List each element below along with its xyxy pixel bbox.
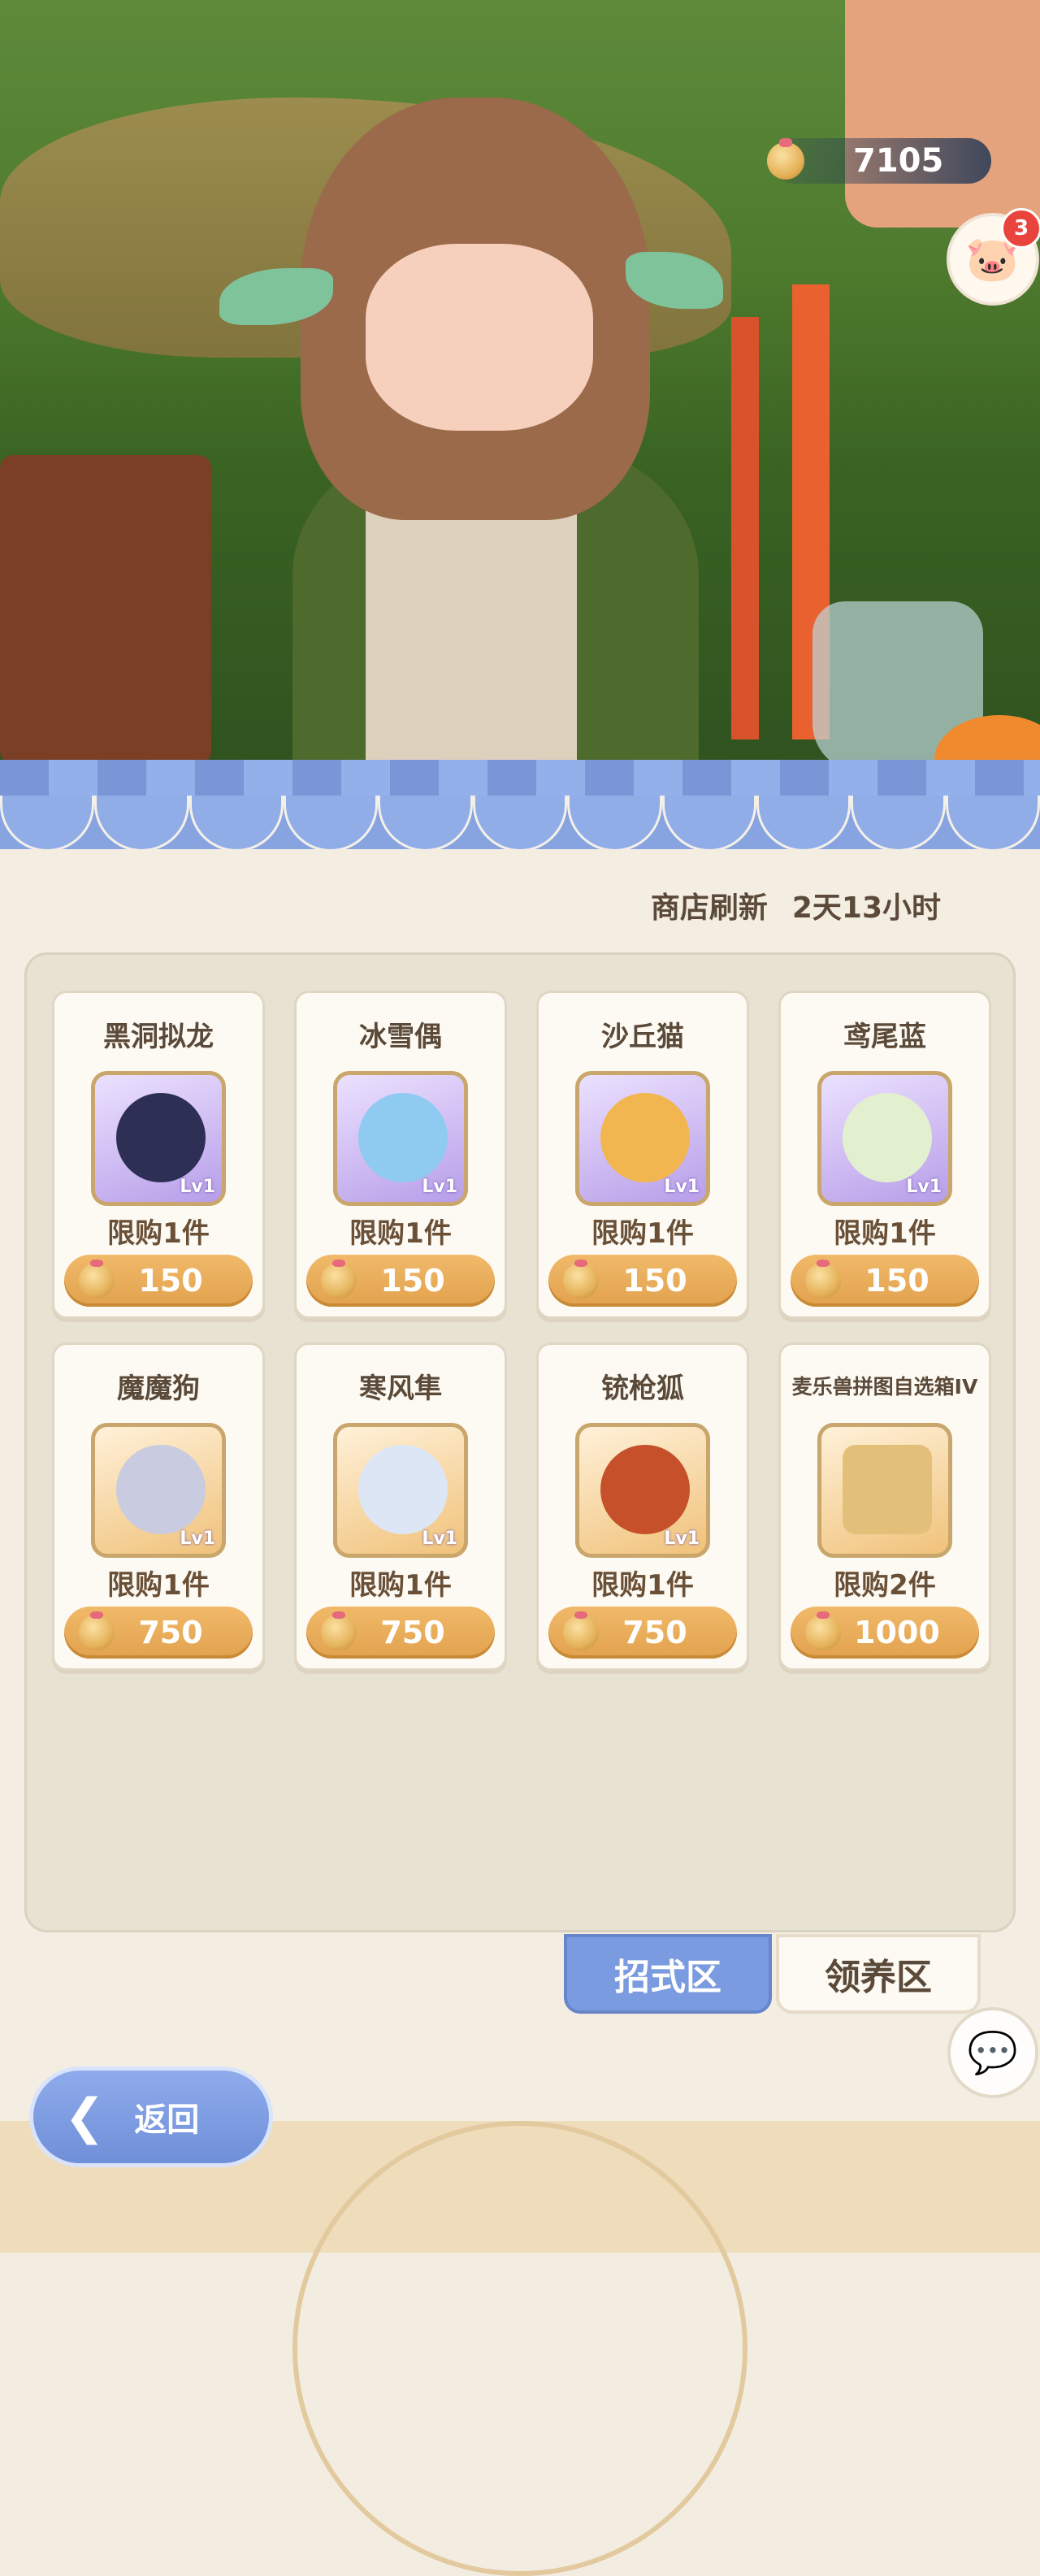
- item-portrait: Lv1: [333, 1071, 468, 1206]
- buy-button[interactable]: 150: [64, 1255, 253, 1307]
- shop-item-card[interactable]: 冰雪偶 Lv1 限购1件 150: [294, 991, 507, 1319]
- buy-button[interactable]: 750: [548, 1607, 737, 1659]
- item-portrait: [817, 1423, 952, 1558]
- item-level: Lv1: [180, 1529, 215, 1549]
- buy-button[interactable]: 750: [306, 1607, 495, 1659]
- shop-item-card[interactable]: 鸢尾蓝 Lv1 限购1件 150: [778, 991, 991, 1319]
- item-portrait: Lv1: [91, 1423, 226, 1558]
- currency-display: 7105: [767, 138, 991, 184]
- shop-item-card[interactable]: 魔魔狗 Lv1 限购1件 750: [52, 1342, 265, 1671]
- chat-bubble-icon: 💬: [967, 2028, 1019, 2076]
- pet-snow-doll-icon: [358, 1093, 448, 1182]
- item-price: 750: [380, 1615, 445, 1650]
- tab-skills[interactable]: 招式区: [564, 1934, 772, 2014]
- item-limit: 限购1件: [592, 1569, 694, 1602]
- item-price: 750: [138, 1615, 203, 1650]
- tab-adoption[interactable]: 领养区: [776, 1934, 981, 2014]
- pet-falcon-icon: [358, 1445, 448, 1534]
- pet-cat-icon: [600, 1093, 690, 1182]
- item-portrait: Lv1: [575, 1423, 710, 1558]
- item-portrait: Lv1: [333, 1423, 468, 1558]
- item-name: 魔魔狗: [117, 1373, 200, 1405]
- buy-button[interactable]: 1000: [791, 1607, 979, 1659]
- post-decoration: [731, 317, 759, 739]
- shop-refresh-timer: 商店刷新 2天13小时: [651, 884, 941, 926]
- item-name: 冰雪偶: [359, 1021, 442, 1053]
- item-name: 沙丘猫: [601, 1021, 684, 1053]
- bell-coin-icon: [805, 1611, 841, 1650]
- item-portrait: Lv1: [575, 1071, 710, 1206]
- item-limit: 限购1件: [349, 1217, 452, 1250]
- back-button[interactable]: ❮ 返回: [29, 2066, 273, 2167]
- item-price: 750: [622, 1615, 687, 1650]
- bell-coin-icon: [767, 138, 804, 180]
- item-limit: 限购1件: [834, 1217, 936, 1250]
- shop-item-card[interactable]: 黑洞拟龙 Lv1 限购1件 150: [52, 991, 265, 1319]
- buy-button[interactable]: 150: [548, 1255, 737, 1307]
- pet-fox-icon: [600, 1445, 690, 1534]
- house-decoration: [845, 0, 1040, 228]
- bell-coin-icon: [563, 1611, 599, 1650]
- item-level: Lv1: [664, 1529, 700, 1549]
- item-price: 150: [138, 1263, 203, 1299]
- treasure-chest-icon: [843, 1445, 932, 1534]
- bell-coin-icon: [79, 1259, 115, 1299]
- item-level: Lv1: [422, 1529, 457, 1549]
- notification-badge: 3: [1001, 208, 1040, 249]
- shop-item-card[interactable]: 寒风隼 Lv1 限购1件 750: [294, 1342, 507, 1671]
- item-portrait: Lv1: [817, 1071, 952, 1206]
- currency-amount: 7105: [853, 142, 944, 180]
- pet-dog-icon: [116, 1445, 206, 1534]
- refresh-value: 2天13小时: [791, 891, 941, 925]
- item-level: Lv1: [422, 1177, 457, 1197]
- item-price: 150: [622, 1263, 687, 1299]
- shop-item-card[interactable]: 铳枪狐 Lv1 限购1件 750: [536, 1342, 749, 1671]
- item-limit: 限购1件: [592, 1217, 694, 1250]
- item-price: 150: [864, 1263, 930, 1299]
- item-name: 麦乐兽拼图自选箱IV: [791, 1375, 978, 1399]
- shop-awning: [0, 760, 1040, 852]
- bell-coin-icon: [563, 1259, 599, 1299]
- shop-item-card[interactable]: 沙丘猫 Lv1 限购1件 150: [536, 991, 749, 1319]
- item-name: 黑洞拟龙: [103, 1021, 214, 1053]
- refresh-label: 商店刷新: [650, 891, 768, 925]
- back-label: 返回: [134, 2101, 200, 2139]
- buy-button[interactable]: 750: [64, 1607, 253, 1659]
- character-scene: [0, 0, 1040, 780]
- item-name: 铳枪狐: [601, 1373, 684, 1405]
- item-limit: 限购1件: [349, 1569, 452, 1602]
- item-name: 鸢尾蓝: [843, 1021, 926, 1053]
- item-level: Lv1: [180, 1177, 215, 1197]
- shop-item-card[interactable]: 麦乐兽拼图自选箱IV 限购2件 1000: [778, 1342, 991, 1671]
- item-limit: 限购1件: [107, 1569, 210, 1602]
- chat-button[interactable]: 💬: [947, 2007, 1038, 2098]
- item-limit: 限购2件: [834, 1569, 936, 1602]
- character-face: [366, 244, 593, 431]
- item-portrait: Lv1: [91, 1071, 226, 1206]
- item-level: Lv1: [906, 1177, 942, 1197]
- bell-coin-icon: [321, 1259, 357, 1299]
- item-name: 寒风隼: [359, 1373, 442, 1405]
- item-level: Lv1: [664, 1177, 700, 1197]
- suitcase-decoration: [0, 455, 211, 764]
- item-limit: 限购1件: [107, 1217, 210, 1250]
- bell-coin-icon: [805, 1259, 841, 1299]
- bell-coin-icon: [79, 1611, 115, 1650]
- buy-button[interactable]: 150: [791, 1255, 979, 1307]
- bell-coin-icon: [321, 1611, 357, 1650]
- item-price: 150: [380, 1263, 445, 1299]
- item-price: 1000: [854, 1615, 940, 1650]
- buy-button[interactable]: 150: [306, 1255, 495, 1307]
- pet-dragon-icon: [116, 1093, 206, 1182]
- pet-bunny-icon: [843, 1093, 932, 1182]
- back-arrow-icon: ❮: [64, 2088, 106, 2145]
